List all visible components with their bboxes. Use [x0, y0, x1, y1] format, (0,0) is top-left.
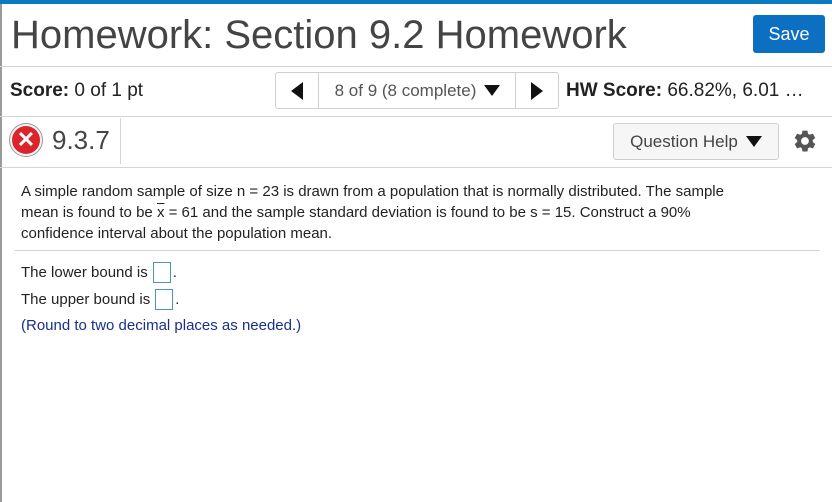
upper-bound-row: The upper bound is .: [21, 289, 179, 310]
caret-down-icon: [745, 136, 762, 147]
upper-bound-input[interactable]: [155, 289, 174, 310]
question-help-label: Question Help: [630, 131, 738, 151]
header-divider: [0, 66, 832, 67]
question-header-bottom-divider: [0, 167, 832, 168]
score-label: Score:: [10, 80, 70, 101]
lower-bound-period: .: [172, 264, 177, 281]
hw-score-label: HW Score:: [566, 80, 663, 101]
arrow-right-icon: [531, 81, 543, 100]
save-button[interactable]: Save: [753, 15, 825, 53]
hw-score-display: HW Score: 66.82%, 6.01 …: [566, 80, 804, 102]
page-title: Homework: Section 9.2 Homework: [11, 13, 627, 57]
arrow-left-icon: [291, 81, 303, 100]
top-accent-bar: [0, 0, 832, 4]
gear-icon[interactable]: [792, 128, 818, 154]
score-value: 0 of 1 pt: [74, 80, 144, 101]
problem-line-1: A simple random sample of size n = 23 is…: [21, 183, 724, 200]
lower-bound-input[interactable]: [152, 262, 171, 283]
upper-bound-label: The upper bound is: [21, 291, 151, 308]
hw-score-value: 66.82%, 6.01 …: [667, 80, 804, 101]
question-navigator: 8 of 9 (8 complete): [275, 72, 559, 109]
caret-down-icon: [484, 85, 501, 96]
question-select-label: 8 of 9 (8 complete): [334, 80, 477, 100]
question-number: 9.3.7: [52, 125, 110, 155]
score-display: Score: 0 of 1 pt: [10, 80, 143, 102]
lower-bound-row: The lower bound is .: [21, 262, 177, 283]
problem-answer-divider: [14, 250, 820, 251]
problem-statement: A simple random sample of size n = 23 is…: [21, 181, 811, 244]
upper-bound-period: .: [175, 291, 180, 308]
question-header-divider: [120, 118, 121, 164]
previous-question-button[interactable]: [276, 73, 319, 108]
problem-line-2-start: mean is found to be: [21, 204, 157, 221]
rounding-hint: (Round to two decimal places as needed.): [21, 317, 302, 334]
question-select-dropdown[interactable]: 8 of 9 (8 complete): [319, 73, 516, 108]
scorebar-divider: [0, 116, 832, 117]
question-help-button[interactable]: Question Help: [613, 123, 779, 160]
lower-bound-label: The lower bound is: [21, 264, 148, 281]
next-question-button[interactable]: [515, 73, 558, 108]
problem-line-2: mean is found to be x = 61 and the sampl…: [21, 202, 811, 223]
incorrect-x-icon: ✕: [9, 123, 43, 157]
left-edge-border: [0, 4, 2, 502]
problem-line-3: confidence interval about the population…: [21, 225, 333, 242]
problem-line-2-end: = 61 and the sample standard deviation i…: [164, 204, 691, 221]
